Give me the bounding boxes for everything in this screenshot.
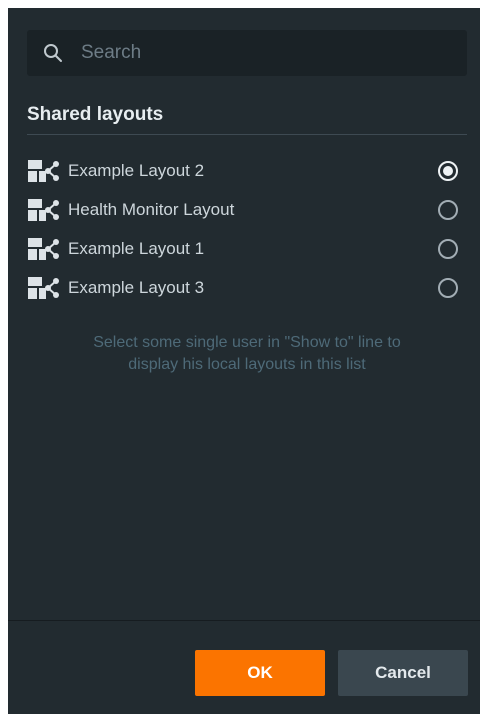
- empty-hint: Select some single user in "Show to" lin…: [27, 332, 467, 376]
- radio-button-selected[interactable]: [438, 161, 458, 181]
- list-item[interactable]: Example Layout 1: [27, 232, 467, 266]
- radio-dot: [443, 166, 453, 176]
- list-item[interactable]: Example Layout 2: [27, 154, 467, 188]
- search-icon: [44, 44, 62, 62]
- radio-button[interactable]: [438, 239, 458, 259]
- footer-divider: [8, 620, 480, 621]
- radio-button[interactable]: [438, 200, 458, 220]
- shared-layout-icon: [28, 238, 59, 260]
- section-divider: [27, 134, 467, 135]
- section-title: Shared layouts: [27, 104, 164, 125]
- list-item[interactable]: Health Monitor Layout: [27, 193, 467, 227]
- shared-layout-icon: [28, 199, 59, 221]
- ok-button[interactable]: OK: [195, 650, 325, 696]
- layouts-dialog: Shared layouts Example Layout 2 Health M…: [8, 8, 480, 714]
- search-box[interactable]: [27, 30, 467, 76]
- list-item-label: Health Monitor Layout: [68, 200, 235, 219]
- hint-line: Select some single user in "Show to" lin…: [93, 334, 401, 351]
- radio-button[interactable]: [438, 278, 458, 298]
- shared-layout-icon: [28, 277, 59, 299]
- cancel-button[interactable]: Cancel: [338, 650, 468, 696]
- shared-layout-icon: [28, 160, 59, 182]
- list-item-label: Example Layout 3: [68, 278, 205, 297]
- hint-line: display his local layouts in this list: [128, 356, 366, 373]
- list-item-label: Example Layout 2: [68, 161, 205, 180]
- search-input[interactable]: [81, 30, 451, 76]
- list-item[interactable]: Example Layout 3: [27, 271, 467, 305]
- list-item-label: Example Layout 1: [68, 239, 205, 258]
